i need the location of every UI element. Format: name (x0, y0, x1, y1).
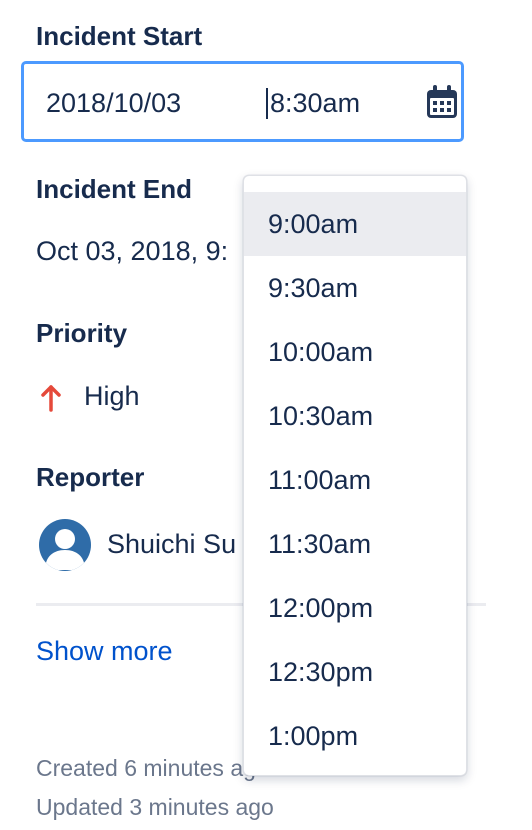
incident-end-label: Incident End (36, 174, 192, 204)
show-more-link[interactable]: Show more (36, 638, 173, 665)
time-option[interactable]: 12:00pm (244, 576, 466, 640)
created-timestamp: Created 6 minutes ago (36, 755, 269, 781)
time-option[interactable]: 9:30am (244, 256, 466, 320)
avatar (39, 519, 91, 571)
incident-end-value[interactable]: Oct 03, 2018, 9: (36, 238, 228, 265)
incident-details-panel: Incident Start 2018/10/03 8:30am Inciden… (0, 0, 532, 830)
time-option[interactable]: 11:00am (244, 448, 466, 512)
incident-start-datetime-field[interactable]: 2018/10/03 8:30am (21, 61, 464, 142)
time-option[interactable]: 12:30pm (244, 640, 466, 704)
arrow-up-icon (41, 385, 61, 412)
time-picker-dropdown[interactable]: 9:00am 9:30am 10:00am 10:30am 11:00am 11… (243, 175, 467, 776)
priority-label: Priority (36, 318, 128, 348)
time-option[interactable]: 10:00am (244, 320, 466, 384)
time-option[interactable]: 9:00am (244, 192, 466, 256)
reporter-label: Reporter (36, 462, 145, 492)
priority-value[interactable]: High (84, 383, 140, 410)
incident-start-date-input[interactable]: 2018/10/03 (46, 90, 181, 117)
reporter-name[interactable]: Shuichi Su (107, 531, 236, 558)
updated-timestamp: Updated 3 minutes ago (36, 794, 274, 820)
time-option[interactable]: 10:30am (244, 384, 466, 448)
incident-start-label: Incident Start (36, 21, 203, 51)
calendar-icon[interactable] (424, 84, 460, 120)
time-option[interactable]: 1:00pm (244, 704, 466, 768)
time-option[interactable]: 11:30am (244, 512, 466, 576)
incident-start-time-input[interactable]: 8:30am (266, 88, 360, 119)
